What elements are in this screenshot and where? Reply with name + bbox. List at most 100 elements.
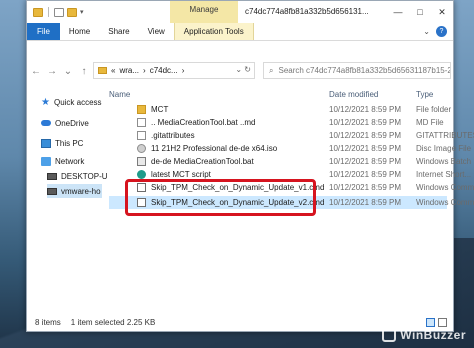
file-row[interactable]: 11 21H2 Professional de-de x64.iso 10/12… (109, 142, 471, 155)
folder-icon (33, 7, 43, 17)
nav-item-label: DESKTOP-U (61, 171, 108, 181)
tab-home[interactable]: Home (60, 23, 99, 40)
tab-file[interactable]: File (27, 23, 60, 40)
column-header-type[interactable]: Type (416, 90, 433, 99)
ribbon-tabs: File Home Share View Application Tools ⌄… (27, 23, 453, 41)
file-row[interactable]: .. MediaCreationTool.bat ..md 10/12/2021… (109, 116, 447, 129)
address-bar[interactable]: « wra... › c74dc... › ⌄ ↻ (93, 62, 255, 79)
nav-item-label: Network (55, 156, 85, 166)
file-explorer-window: ▾ Manage c74dc774a8fb81a332b5d656131... … (26, 0, 474, 332)
minimize-button[interactable]: — (387, 1, 409, 23)
file-name: de-de MediaCreationTool.bat (151, 157, 254, 166)
file-type: GITATTRIBUTES File (416, 131, 474, 140)
recent-locations-chevron-icon[interactable]: ⌄ (61, 66, 75, 77)
close-button[interactable]: ✕ (431, 1, 453, 23)
nav-item-network[interactable]: Network (41, 154, 84, 168)
file-date: 10/12/2021 8:59 PM (329, 131, 402, 140)
file-type: Windows Comma... (416, 183, 474, 192)
file-row-selected[interactable]: Skip_TPM_Check_on_Dynamic_Update_v2.cmd … (109, 196, 474, 209)
monitor-icon (47, 172, 57, 180)
new-folder-icon[interactable] (67, 7, 77, 17)
nav-item-vmware-host[interactable]: vmware-ho (47, 184, 102, 198)
address-overflow[interactable]: « (111, 66, 115, 75)
back-arrow-icon[interactable]: ← (29, 66, 43, 77)
title-bar: ▾ Manage c74dc774a8fb81a332b5d656131... … (27, 1, 453, 23)
monitor-icon (47, 187, 57, 195)
toolbar-divider (48, 7, 49, 17)
file-row[interactable]: Skip_TPM_Check_on_Dynamic_Update_v1.cmd … (109, 181, 474, 194)
network-icon (41, 156, 51, 166)
nav-item-this-pc[interactable]: This PC (41, 136, 83, 150)
quick-access-toolbar: ▾ (27, 7, 84, 17)
file-type: Windows Batch File (416, 157, 474, 166)
file-name: .. MediaCreationTool.bat ..md (151, 118, 256, 127)
file-date: 10/12/2021 8:59 PM (329, 198, 402, 207)
cmd-icon (137, 198, 146, 207)
document-icon (137, 131, 146, 140)
file-type: Disc Image File (416, 144, 472, 153)
nav-item-quick-access[interactable]: ★ Quick access (41, 95, 102, 109)
up-arrow-icon[interactable]: ↑ (77, 66, 91, 77)
file-date: 10/12/2021 8:59 PM (329, 183, 402, 192)
file-name: .gitattributes (151, 131, 195, 140)
file-name: Skip_TPM_Check_on_Dynamic_Update_v2.cmd (151, 198, 325, 207)
properties-icon[interactable] (54, 7, 64, 17)
expand-ribbon-chevron-icon[interactable]: ⌄ (423, 27, 430, 36)
maximize-button[interactable]: □ (409, 1, 431, 23)
file-row[interactable]: .gitattributes 10/12/2021 8:59 PM GITATT… (109, 129, 474, 142)
file-row[interactable]: MCT 10/12/2021 8:59 PM File folder (109, 103, 451, 116)
breadcrumb-current[interactable]: c74dc... (150, 66, 178, 75)
file-name: latest MCT script (151, 170, 211, 179)
disc-icon (137, 144, 146, 153)
navigation-pane: ★ Quick access OneDrive This PC Network … (27, 87, 108, 315)
file-name: Skip_TPM_Check_on_Dynamic_Update_v1.cmd (151, 183, 325, 192)
search-input[interactable]: ⌕ Search c74dc774a8fb81a332b5d65631187b1… (263, 62, 451, 79)
file-name: 11 21H2 Professional de-de x64.iso (151, 144, 278, 153)
file-type: File folder (416, 105, 452, 114)
breadcrumb-separator-icon[interactable]: › (143, 66, 146, 75)
manage-contextual-tab[interactable]: Manage (170, 1, 238, 23)
nav-item-onedrive[interactable]: OneDrive (41, 116, 89, 130)
breadcrumb-wrapper[interactable]: wra... (119, 66, 139, 75)
column-headers: Name Date modified Type (109, 87, 453, 103)
file-row[interactable]: de-de MediaCreationTool.bat 10/12/2021 8… (109, 155, 474, 168)
column-header-name[interactable]: Name (109, 90, 130, 99)
file-name: MCT (151, 105, 169, 114)
window-controls: — □ ✕ (387, 1, 453, 23)
address-controls: ⌄ ↻ (235, 65, 251, 74)
nav-item-desktop[interactable]: DESKTOP-U (47, 169, 108, 183)
file-type: Internet Short... (416, 170, 472, 179)
refresh-icon[interactable]: ↻ (244, 65, 251, 74)
computer-icon (41, 138, 51, 148)
column-header-date[interactable]: Date modified (329, 90, 378, 99)
address-dropdown-chevron-icon[interactable]: ⌄ (235, 65, 242, 74)
details-view-icon[interactable] (426, 318, 435, 327)
watermark: WinBuzzer (382, 328, 466, 342)
window-title: c74dc774a8fb81a332b5d656131... (245, 7, 369, 16)
ribbon-right-controls: ⌄ ? (423, 23, 453, 40)
status-selection: 1 item selected 2.25 KB (70, 317, 156, 327)
nav-item-label: OneDrive (55, 118, 89, 128)
large-icons-view-icon[interactable] (438, 318, 447, 327)
breadcrumb-separator-icon[interactable]: › (182, 66, 185, 75)
edge-icon (137, 170, 146, 179)
nav-item-label: This PC (55, 138, 84, 148)
file-type: MD File (416, 118, 444, 127)
file-type: Windows Comma... (416, 198, 474, 207)
file-date: 10/12/2021 8:59 PM (329, 157, 402, 166)
file-row[interactable]: latest MCT script 10/12/2021 8:59 PM Int… (109, 168, 471, 181)
file-date: 10/12/2021 8:59 PM (329, 118, 402, 127)
star-icon: ★ (41, 96, 50, 108)
help-icon[interactable]: ? (436, 26, 447, 37)
folder-icon (98, 67, 107, 74)
forward-arrow-icon[interactable]: → (45, 66, 59, 77)
watermark-logo-icon (382, 328, 397, 342)
batch-icon (137, 157, 146, 166)
tab-application-tools[interactable]: Application Tools (173, 23, 254, 40)
file-date: 10/12/2021 8:59 PM (329, 105, 402, 114)
tab-share[interactable]: Share (99, 23, 138, 40)
view-toggle (426, 318, 447, 327)
watermark-text: WinBuzzer (400, 328, 466, 342)
tab-view[interactable]: View (139, 23, 174, 40)
customize-toolbar-chevron-icon[interactable]: ▾ (80, 8, 84, 16)
